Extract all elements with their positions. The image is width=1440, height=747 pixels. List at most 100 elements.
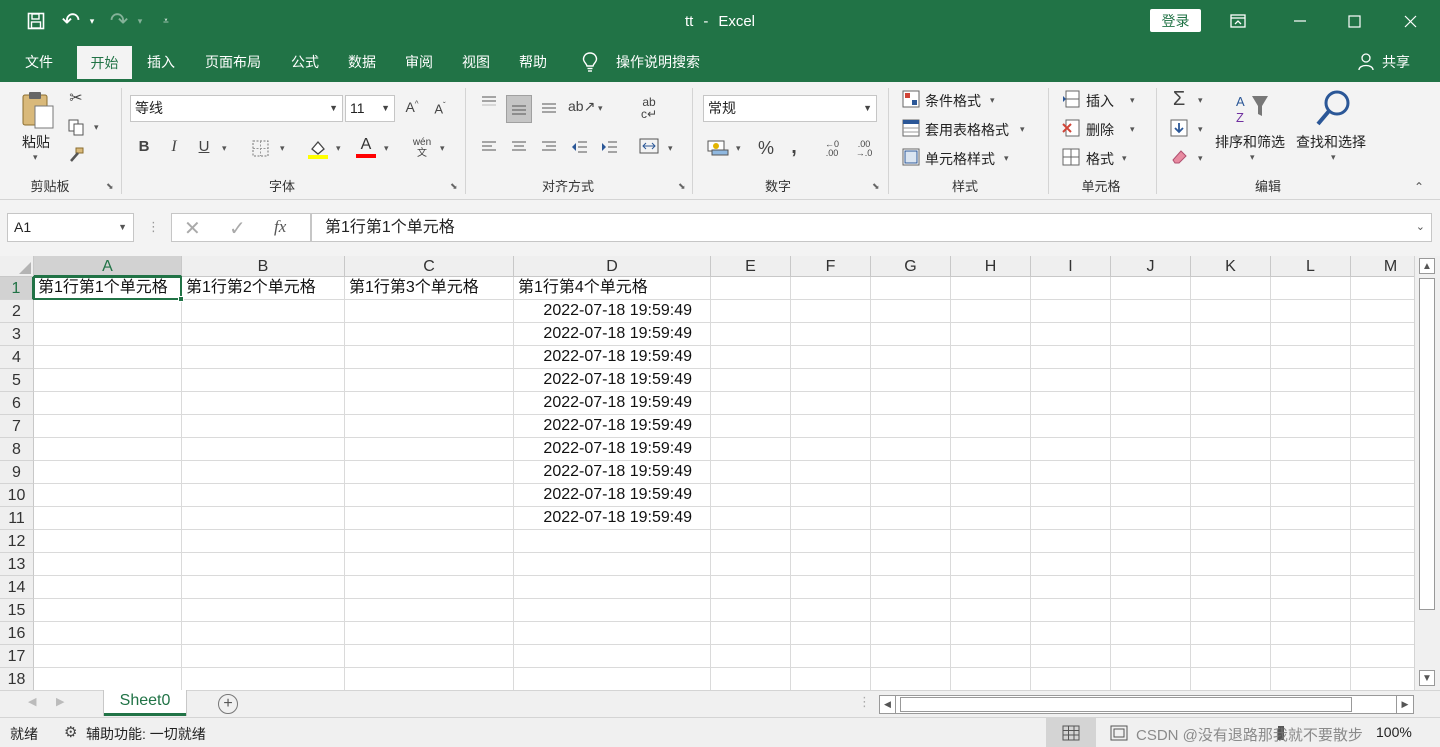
cell-h2[interactable] — [951, 300, 1031, 323]
tab-page-layout[interactable]: 页面布局 — [196, 42, 270, 82]
cell-c8[interactable] — [345, 438, 514, 461]
cell-g2[interactable] — [871, 300, 951, 323]
cell-m7[interactable] — [1351, 415, 1414, 438]
cell-b15[interactable] — [182, 599, 345, 622]
cell-k9[interactable] — [1191, 461, 1271, 484]
chevron-down-icon[interactable]: ▾ — [990, 95, 995, 106]
cell-a9[interactable] — [34, 461, 182, 484]
cell-i14[interactable] — [1031, 576, 1111, 599]
cut-icon[interactable]: ✂ — [66, 88, 86, 108]
cell-l2[interactable] — [1271, 300, 1351, 323]
cell-i7[interactable] — [1031, 415, 1111, 438]
cell-e3[interactable] — [711, 323, 791, 346]
cell-k4[interactable] — [1191, 346, 1271, 369]
row-header-14[interactable]: 14 — [0, 576, 34, 599]
cell-a11[interactable] — [34, 507, 182, 530]
font-color-icon[interactable]: A — [354, 136, 378, 160]
cell-m13[interactable] — [1351, 553, 1414, 576]
decrease-font-size-icon[interactable]: Aˇ — [430, 101, 450, 116]
cell-k7[interactable] — [1191, 415, 1271, 438]
cell-k13[interactable] — [1191, 553, 1271, 576]
orientation-dropdown-icon[interactable]: ▾ — [598, 103, 603, 114]
chevron-down-icon[interactable]: ▾ — [1331, 152, 1336, 163]
cell-l17[interactable] — [1271, 645, 1351, 668]
collapse-ribbon-icon[interactable]: ⌃ — [1414, 180, 1424, 194]
bottom-align-icon[interactable] — [538, 98, 560, 118]
cell-l16[interactable] — [1271, 622, 1351, 645]
fill-handle[interactable] — [178, 296, 184, 302]
wrap-text-icon[interactable]: ab c↵ — [636, 96, 662, 120]
cell-g18[interactable] — [871, 668, 951, 690]
cell-e12[interactable] — [711, 530, 791, 553]
cell-f9[interactable] — [791, 461, 871, 484]
tab-insert[interactable]: 插入 — [139, 42, 183, 82]
tab-split-grip-icon[interactable]: ⋮ — [858, 694, 871, 710]
paste-icon[interactable] — [20, 90, 56, 130]
cell-d16[interactable] — [514, 622, 711, 645]
cell-k6[interactable] — [1191, 392, 1271, 415]
cell-f14[interactable] — [791, 576, 871, 599]
find-select-button[interactable]: 查找和选择 — [1296, 132, 1366, 152]
cell-b10[interactable] — [182, 484, 345, 507]
cell-c13[interactable] — [345, 553, 514, 576]
cell-h6[interactable] — [951, 392, 1031, 415]
cell-j16[interactable] — [1111, 622, 1191, 645]
cell-c3[interactable] — [345, 323, 514, 346]
cell-a2[interactable] — [34, 300, 182, 323]
cell-f4[interactable] — [791, 346, 871, 369]
column-header-c[interactable]: C — [345, 256, 514, 277]
cell-b12[interactable] — [182, 530, 345, 553]
copy-dropdown-icon[interactable]: ▾ — [94, 122, 99, 133]
cell-k15[interactable] — [1191, 599, 1271, 622]
cancel-icon[interactable]: ✕ — [184, 216, 201, 241]
cell-c7[interactable] — [345, 415, 514, 438]
cell-d6[interactable]: 2022-07-18 19:59:49 — [514, 392, 711, 415]
cell-g7[interactable] — [871, 415, 951, 438]
cell-c14[interactable] — [345, 576, 514, 599]
format-cells-button[interactable]: 格式 — [1086, 149, 1114, 169]
cell-h7[interactable] — [951, 415, 1031, 438]
cell-l8[interactable] — [1271, 438, 1351, 461]
insert-function-button[interactable]: fx — [274, 217, 286, 237]
cell-d4[interactable]: 2022-07-18 19:59:49 — [514, 346, 711, 369]
fill-color-dropdown-icon[interactable]: ▾ — [336, 143, 341, 154]
cell-h10[interactable] — [951, 484, 1031, 507]
comma-style-button[interactable]: , — [784, 136, 804, 159]
format-as-table-button[interactable]: 套用表格格式 — [925, 120, 1009, 140]
cell-m16[interactable] — [1351, 622, 1414, 645]
fill-icon[interactable] — [1168, 119, 1190, 141]
chevron-down-icon[interactable]: ▾ — [1004, 153, 1009, 164]
tab-home[interactable]: 开始 — [77, 46, 132, 82]
cell-l9[interactable] — [1271, 461, 1351, 484]
chevron-down-icon[interactable]: ▼ — [118, 214, 127, 241]
vertical-scrollbar[interactable]: ▲ ▼ — [1414, 256, 1440, 690]
cell-j11[interactable] — [1111, 507, 1191, 530]
cell-c11[interactable] — [345, 507, 514, 530]
cell-e11[interactable] — [711, 507, 791, 530]
row-header-10[interactable]: 10 — [0, 484, 34, 507]
cell-d14[interactable] — [514, 576, 711, 599]
cell-m12[interactable] — [1351, 530, 1414, 553]
cell-b1[interactable]: 第1行第2个单元格 — [182, 277, 345, 300]
cell-j5[interactable] — [1111, 369, 1191, 392]
align-right-icon[interactable] — [538, 140, 560, 158]
cell-f11[interactable] — [791, 507, 871, 530]
cell-m18[interactable] — [1351, 668, 1414, 690]
cell-l11[interactable] — [1271, 507, 1351, 530]
column-header-f[interactable]: F — [791, 256, 871, 277]
cell-e1[interactable] — [711, 277, 791, 300]
cell-e5[interactable] — [711, 369, 791, 392]
cell-g8[interactable] — [871, 438, 951, 461]
horizontal-scrollbar[interactable]: ◀ ▶ — [879, 695, 1414, 714]
enter-icon[interactable]: ✓ — [229, 216, 246, 241]
cell-b9[interactable] — [182, 461, 345, 484]
cell-d1[interactable]: 第1行第4个单元格 — [514, 277, 711, 300]
cell-g11[interactable] — [871, 507, 951, 530]
cell-c6[interactable] — [345, 392, 514, 415]
cell-f10[interactable] — [791, 484, 871, 507]
cell-h4[interactable] — [951, 346, 1031, 369]
row-header-16[interactable]: 16 — [0, 622, 34, 645]
cell-j3[interactable] — [1111, 323, 1191, 346]
cell-d13[interactable] — [514, 553, 711, 576]
cell-h12[interactable] — [951, 530, 1031, 553]
